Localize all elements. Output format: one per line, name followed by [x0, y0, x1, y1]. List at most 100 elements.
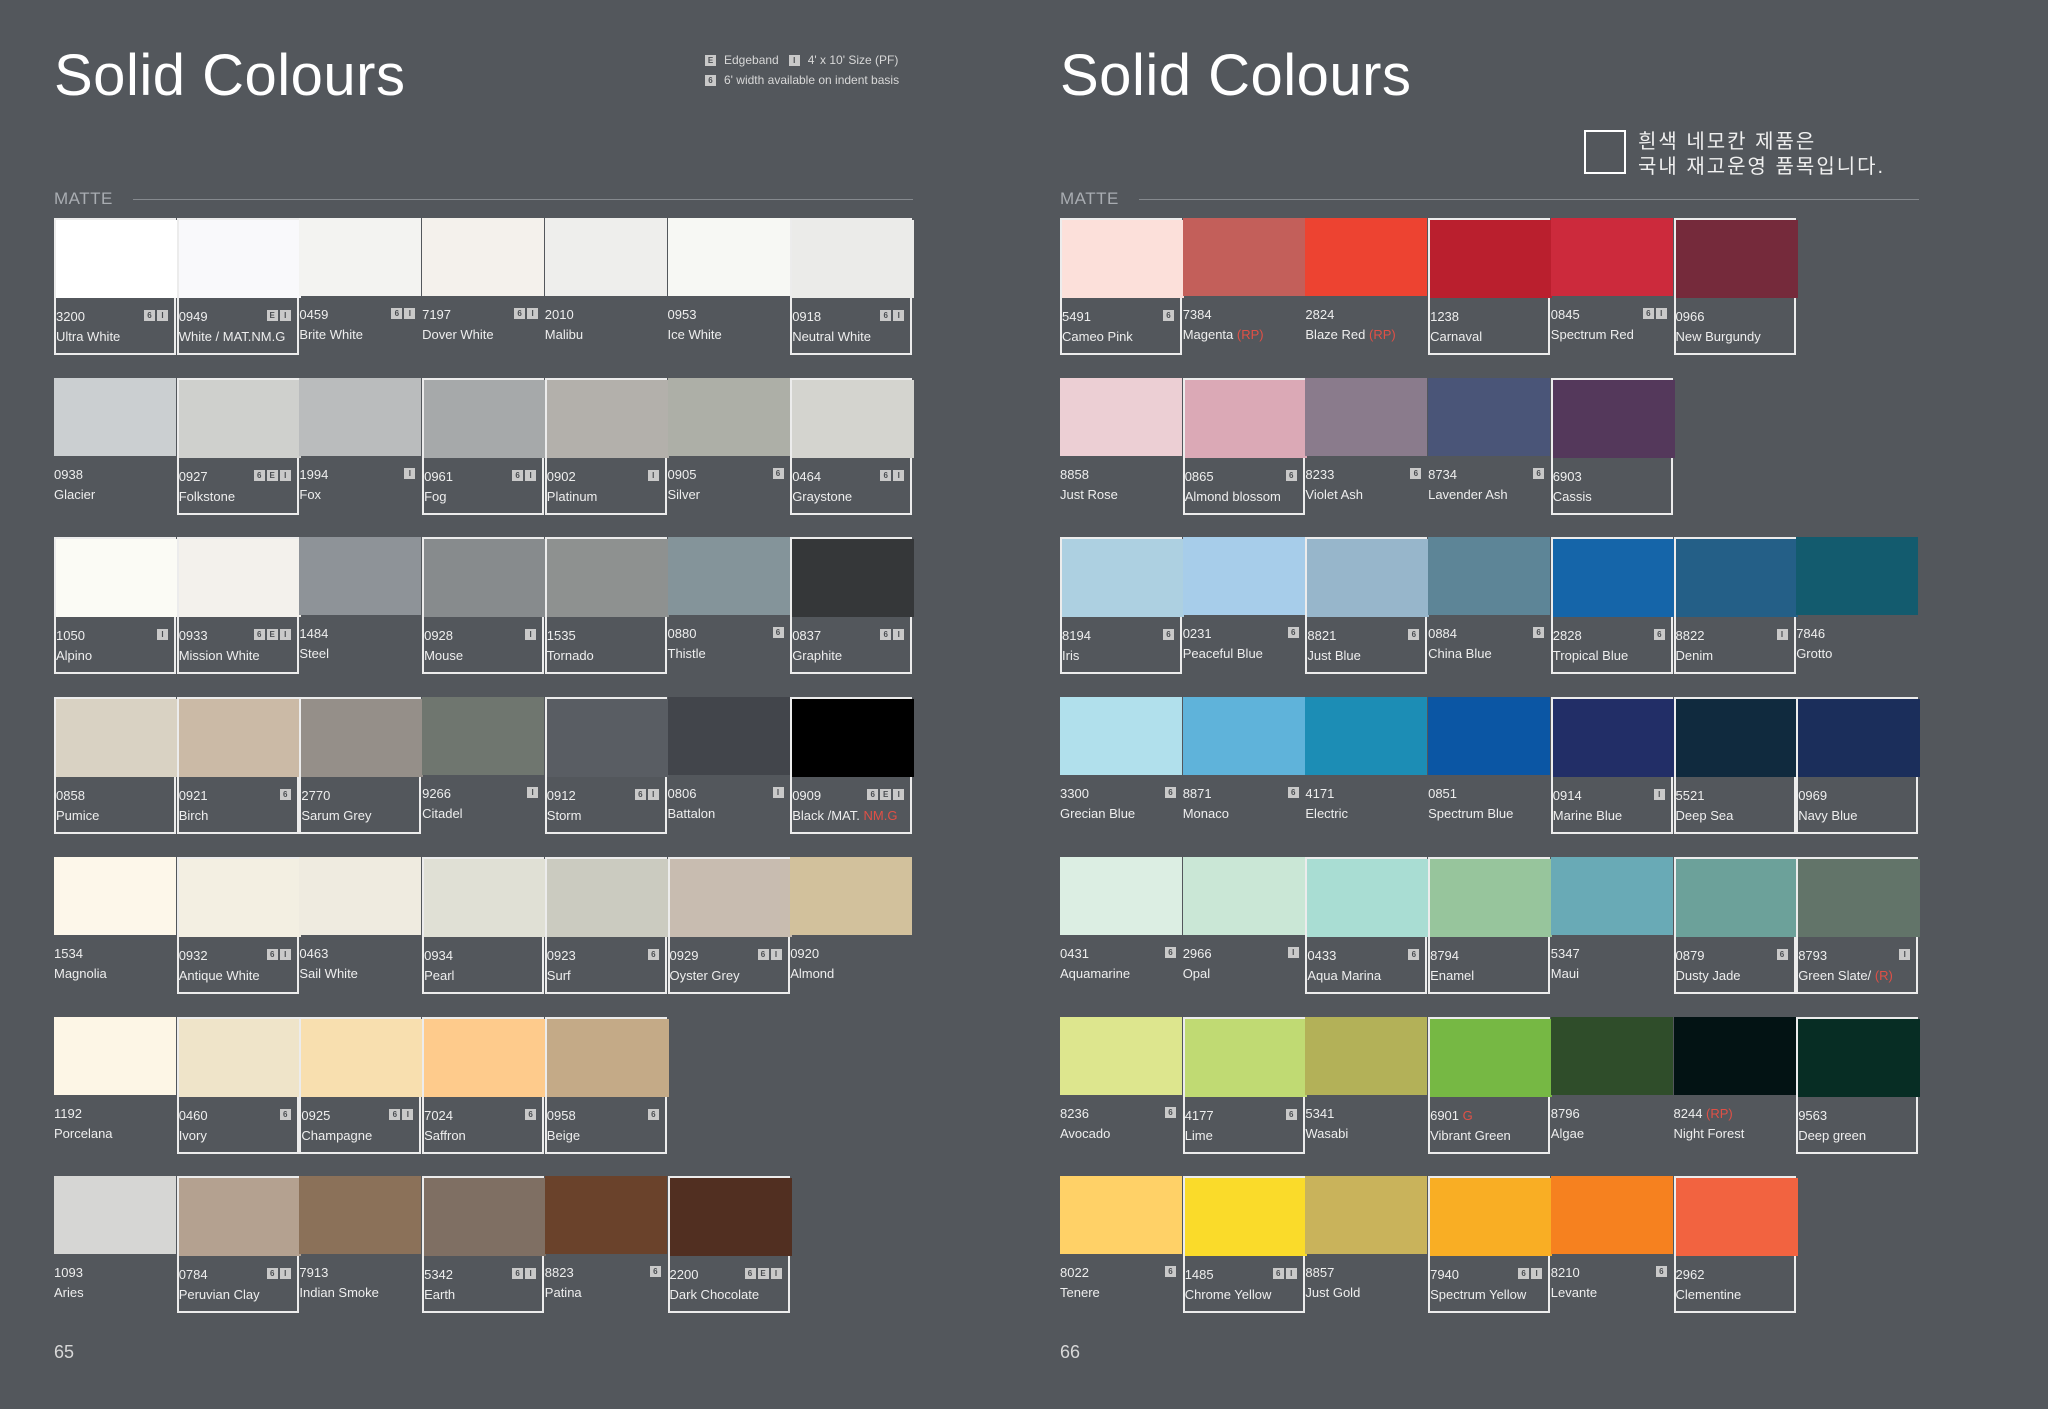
- color-swatch[interactable]: 0431 Aquamarine 6: [1060, 856, 1182, 994]
- color-swatch[interactable]: 4171 Electric: [1305, 697, 1428, 834]
- color-swatch[interactable]: 4177 Lime 6: [1182, 1016, 1307, 1154]
- color-swatch[interactable]: 0923 Surf 6: [544, 856, 669, 994]
- color-swatch[interactable]: 8796 Algae: [1550, 1016, 1673, 1154]
- color-swatch[interactable]: 0784 Peruvian Clay 6 I: [176, 1176, 301, 1314]
- color-swatch[interactable]: 8821 Just Blue 6: [1305, 537, 1430, 675]
- color-swatch[interactable]: 0958 Beige 6: [544, 1016, 669, 1154]
- color-swatch[interactable]: 8233 Violet Ash 6: [1305, 377, 1428, 515]
- color-swatch[interactable]: 0459 Brite White 6 I: [299, 218, 422, 355]
- color-swatch[interactable]: 1994 Fox I: [299, 377, 422, 515]
- color-swatch[interactable]: 2770 Sarum Grey: [299, 697, 424, 835]
- color-swatch[interactable]: 0966 New Burgundy: [1673, 218, 1798, 355]
- color-swatch[interactable]: 0858 Pumice: [54, 697, 178, 835]
- color-swatch[interactable]: 0929 Oyster Grey 6 I: [667, 856, 792, 994]
- color-swatch[interactable]: 0961 Fog 6 I: [422, 377, 547, 515]
- color-swatch[interactable]: 3200 Ultra White 6 I: [54, 218, 178, 355]
- color-swatch[interactable]: 8858 Just Rose: [1060, 377, 1182, 515]
- color-code-text: 4177: [1184, 1107, 1214, 1123]
- color-swatch[interactable]: 0953 Ice White: [667, 218, 790, 355]
- color-swatch[interactable]: 8822 Denim I: [1673, 537, 1798, 675]
- color-mark: (RP): [1236, 327, 1264, 342]
- color-swatch[interactable]: 0934 Pearl: [422, 856, 547, 994]
- color-swatch[interactable]: 0932 Antique White 6 I: [176, 856, 301, 994]
- color-swatch[interactable]: 2824 Blaze Red (RP): [1305, 218, 1428, 355]
- color-swatch[interactable]: 5347 Maui: [1550, 856, 1673, 994]
- color-swatch[interactable]: 6901 G Vibrant Green: [1428, 1016, 1553, 1154]
- color-swatch[interactable]: 8734 Lavender Ash 6: [1428, 377, 1551, 515]
- color-swatch[interactable]: 0918 Neutral White 6 I: [790, 218, 915, 355]
- color-swatch[interactable]: 0949 White / MAT.NM.G E I: [176, 218, 301, 355]
- color-swatch[interactable]: 7024 Saffron 6: [422, 1016, 547, 1154]
- color-swatch[interactable]: 0933 Mission White 6 E I: [176, 537, 301, 675]
- color-swatch[interactable]: 7846 Grotto: [1796, 537, 1919, 674]
- color-swatch[interactable]: 8210 Levante 6: [1550, 1176, 1673, 1313]
- color-swatch[interactable]: 0969 Navy Blue: [1796, 697, 1921, 835]
- color-swatch[interactable]: 0806 Battalon I: [667, 697, 790, 834]
- color-swatch[interactable]: 5491 Cameo Pink 6: [1060, 218, 1184, 355]
- color-swatch[interactable]: 1192 Porcelana: [54, 1016, 176, 1154]
- color-swatch[interactable]: 0231 Peaceful Blue 6: [1182, 537, 1305, 674]
- color-swatch[interactable]: 0460 Ivory 6: [176, 1016, 301, 1154]
- color-swatch[interactable]: 8793 Green Slate/ (R) I: [1796, 856, 1921, 994]
- color-swatch[interactable]: 1050 Alpino I: [54, 537, 178, 675]
- color-swatch[interactable]: 0938 Glacier: [54, 377, 176, 515]
- color-swatch[interactable]: 0865 Almond blossom 6: [1182, 377, 1307, 515]
- color-swatch[interactable]: 1535 Tornado: [544, 537, 669, 675]
- color-swatch[interactable]: 8244 (RP) Night Forest: [1673, 1016, 1796, 1154]
- color-swatch[interactable]: 0905 Silver 6: [667, 377, 790, 515]
- color-swatch[interactable]: 0463 Sail White: [299, 856, 422, 994]
- color-swatch[interactable]: 2200 Dark Chocolate 6 E I: [667, 1176, 792, 1314]
- color-swatch[interactable]: 1484 Steel: [299, 537, 422, 674]
- color-swatch[interactable]: 7197 Dover White 6 I: [422, 218, 545, 355]
- color-swatch[interactable]: 9563 Deep green: [1796, 1016, 1921, 1154]
- width-badge-icon: 6: [1165, 787, 1176, 799]
- color-swatch[interactable]: 8823 Patina 6: [544, 1176, 667, 1313]
- color-swatch[interactable]: 5342 Earth 6 I: [422, 1176, 547, 1314]
- color-swatch[interactable]: 0464 Graystone 6 I: [790, 377, 915, 515]
- color-swatch[interactable]: 8794 Enamel: [1428, 856, 1553, 994]
- color-swatch[interactable]: 7940 Spectrum Yellow 6 I: [1428, 1176, 1553, 1314]
- color-swatch[interactable]: 0879 Dusty Jade 6: [1673, 856, 1798, 994]
- color-swatch[interactable]: 0925 Champagne 6 I: [299, 1016, 424, 1154]
- color-swatch[interactable]: 0837 Graphite 6 I: [790, 537, 915, 675]
- color-swatch[interactable]: 0920 Almond: [790, 856, 913, 994]
- color-swatch[interactable]: 1534 Magnolia: [54, 856, 176, 994]
- color-swatch[interactable]: 3300 Grecian Blue 6: [1060, 697, 1182, 834]
- color-swatch[interactable]: 0914 Marine Blue I: [1550, 697, 1675, 835]
- color-swatch[interactable]: 9266 Citadel I: [422, 697, 545, 834]
- color-swatch[interactable]: 0851 Spectrum Blue: [1428, 697, 1551, 834]
- color-swatch[interactable]: 0928 Mouse I: [422, 537, 547, 675]
- color-swatch[interactable]: 0909 Black /MAT. NM.G 6 E I: [790, 697, 915, 835]
- color-swatch[interactable]: 2828 Tropical Blue 6: [1550, 537, 1675, 675]
- color-code: 1534: [54, 946, 83, 961]
- color-swatch[interactable]: 6903 Cassis: [1550, 377, 1675, 515]
- color-swatch[interactable]: 8194 Iris 6: [1060, 537, 1184, 675]
- color-swatch[interactable]: 5521 Deep Sea: [1673, 697, 1798, 835]
- color-swatch[interactable]: 0927 Folkstone 6 E I: [176, 377, 301, 515]
- color-name: Ivory: [179, 1128, 207, 1143]
- color-swatch[interactable]: 8857 Just Gold: [1305, 1176, 1428, 1313]
- color-swatch[interactable]: 8022 Tenere 6: [1060, 1176, 1182, 1313]
- color-swatch[interactable]: 0880 Thistle 6: [667, 537, 790, 674]
- color-swatch[interactable]: 0902 Platinum I: [544, 377, 669, 515]
- color-swatch[interactable]: 0433 Aqua Marina 6: [1305, 856, 1430, 994]
- color-swatch[interactable]: 7913 Indian Smoke: [299, 1176, 422, 1313]
- swatch-color: [790, 856, 913, 935]
- color-swatch[interactable]: 1093 Aries: [54, 1176, 176, 1313]
- color-swatch[interactable]: 1238 Carnaval: [1428, 218, 1553, 355]
- color-swatch[interactable]: 0845 Spectrum Red 6 I: [1550, 218, 1673, 355]
- color-swatch[interactable]: 0884 China Blue 6: [1428, 537, 1551, 674]
- availability-badges: 6I: [880, 310, 906, 321]
- swatch-color: [792, 220, 915, 298]
- color-swatch[interactable]: 2010 Malibu: [544, 218, 667, 355]
- color-swatch[interactable]: 7384 Magenta (RP): [1182, 218, 1305, 355]
- color-swatch[interactable]: 1485 Chrome Yellow 6 I: [1182, 1176, 1307, 1314]
- color-swatch[interactable]: 0921 Birch 6: [176, 697, 301, 835]
- color-name-text: Carnaval: [1430, 329, 1483, 344]
- color-swatch[interactable]: 2962 Clementine: [1673, 1176, 1798, 1314]
- color-swatch[interactable]: 8236 Avocado 6: [1060, 1016, 1182, 1154]
- color-swatch[interactable]: 5341 Wasabi: [1305, 1016, 1428, 1154]
- color-swatch[interactable]: 2966 Opal I: [1182, 856, 1305, 994]
- color-swatch[interactable]: 8871 Monaco 6: [1182, 697, 1305, 834]
- color-swatch[interactable]: 0912 Storm 6 I: [544, 697, 669, 835]
